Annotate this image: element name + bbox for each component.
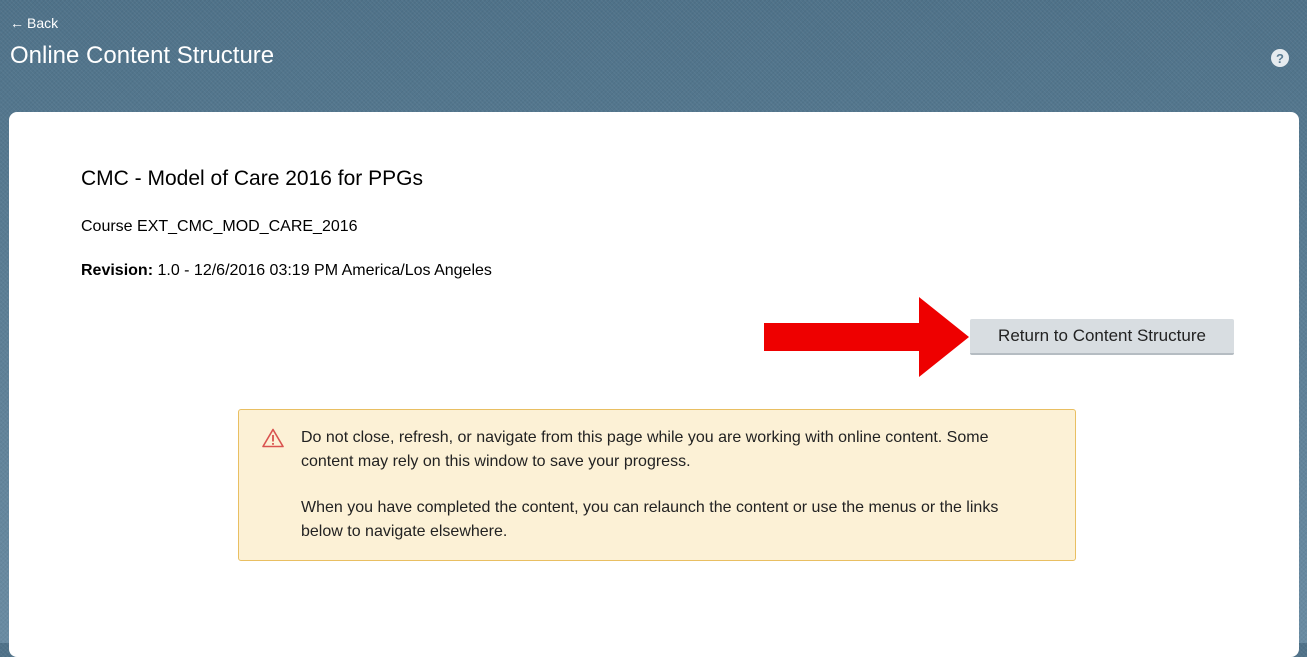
page-title: Online Content Structure bbox=[10, 42, 275, 69]
red-arrow-annotation-icon bbox=[764, 297, 969, 377]
back-arrow-icon: ← bbox=[10, 15, 24, 31]
back-link-label: Back bbox=[27, 15, 59, 31]
course-code: Course EXT_CMC_MOD_CARE_2016 bbox=[81, 218, 358, 235]
revision-value: 1.0 - 12/6/2016 03:19 PM America/Los Ang… bbox=[157, 262, 492, 279]
back-link[interactable]: ← Back bbox=[10, 15, 58, 31]
help-icon[interactable]: ? bbox=[1271, 49, 1289, 67]
return-to-content-structure-button[interactable]: Return to Content Structure bbox=[970, 319, 1234, 355]
warning-text-1: Do not close, refresh, or navigate from … bbox=[301, 429, 989, 470]
revision-label: Revision: bbox=[81, 262, 154, 279]
warning-text-2: When you have completed the content, you… bbox=[301, 499, 999, 540]
warning-triangle-icon bbox=[262, 428, 284, 448]
course-title: CMC - Model of Care 2016 for PPGs bbox=[81, 167, 423, 190]
revision-info: Revision: 1.0 - 12/6/2016 03:19 PM Ameri… bbox=[81, 262, 492, 280]
content-card: CMC - Model of Care 2016 for PPGs Course… bbox=[9, 112, 1299, 657]
warning-message: Do not close, refresh, or navigate from … bbox=[238, 409, 1076, 561]
